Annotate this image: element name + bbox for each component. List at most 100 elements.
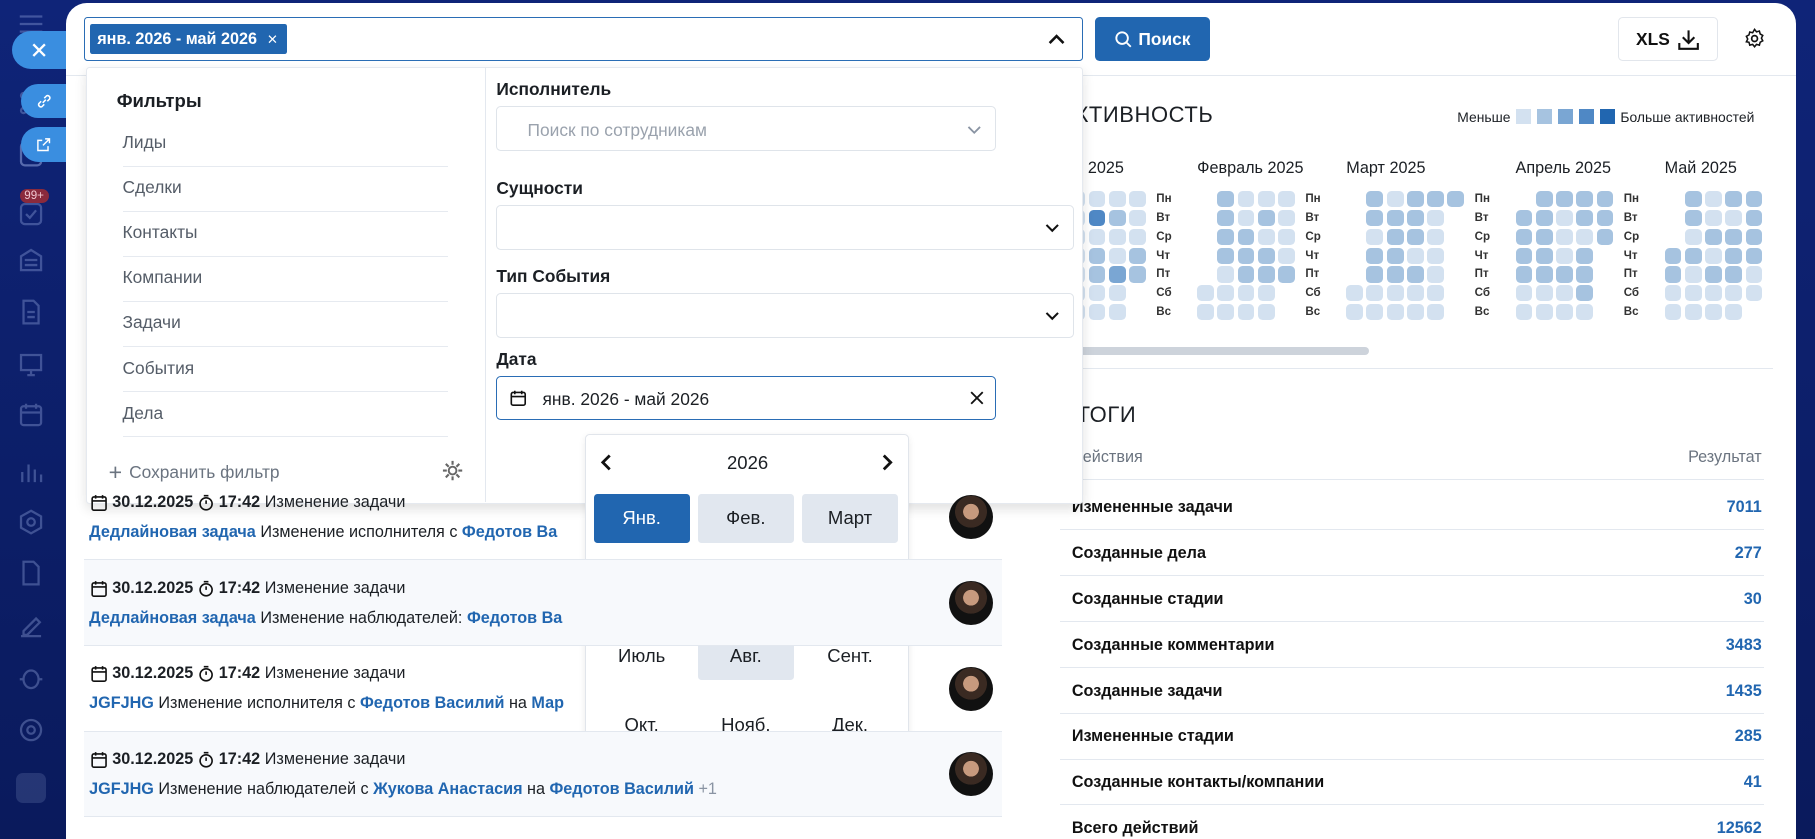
heatmap-cell[interactable] [1725, 247, 1743, 264]
heatmap-cell[interactable] [1684, 285, 1702, 302]
search-button[interactable]: Поиск [1094, 17, 1210, 62]
heatmap-cell[interactable] [1576, 247, 1594, 264]
activity-link[interactable]: JGFJHG [89, 694, 154, 712]
totals-value[interactable]: 285 [1735, 727, 1762, 746]
activity-link[interactable]: Дедлайновая задача [89, 523, 256, 541]
heatmap-cell[interactable] [1705, 266, 1722, 283]
heatmap-cell[interactable] [1705, 209, 1722, 227]
heatmap-cell[interactable] [1088, 247, 1106, 264]
heatmap-cell[interactable] [1427, 304, 1445, 321]
chevron-up-icon[interactable] [1045, 28, 1068, 51]
heatmap-cell[interactable] [1664, 266, 1682, 283]
heatmap-cell[interactable] [1386, 266, 1404, 283]
heatmap-cell[interactable] [1257, 304, 1275, 321]
heatmap-cell[interactable] [1684, 247, 1702, 264]
heatmap-cell[interactable] [1576, 304, 1594, 321]
heatmap-cell[interactable] [1684, 266, 1702, 283]
heatmap-cell[interactable] [1257, 228, 1275, 245]
heatmap-cell[interactable] [1725, 209, 1743, 227]
heatmap-scrollbar[interactable] [1076, 347, 1370, 356]
bug-icon[interactable] [16, 663, 46, 693]
heatmap-cell[interactable] [1705, 285, 1722, 302]
heatmap-cell[interactable] [1129, 247, 1146, 264]
heatmap-cell[interactable] [1257, 266, 1275, 283]
heatmap-cell[interactable] [1108, 247, 1126, 264]
heatmap-cell[interactable] [1237, 190, 1255, 208]
heatmap-cell[interactable] [1684, 304, 1702, 321]
heatmap-cell[interactable] [1664, 247, 1682, 264]
heatmap-cell[interactable] [1088, 285, 1106, 302]
heatmap-cell[interactable] [1197, 304, 1214, 321]
heatmap-cell[interactable] [1217, 190, 1235, 208]
heatmap-cell[interactable] [1406, 304, 1424, 321]
presentation-icon[interactable] [16, 350, 46, 380]
heatmap-cell[interactable] [1108, 209, 1126, 227]
event-type-select[interactable] [496, 292, 1074, 338]
heatmap-cell[interactable] [1278, 266, 1295, 283]
activity-link[interactable]: Федотов Ва [462, 523, 557, 541]
heatmap-cell[interactable] [1725, 285, 1743, 302]
heatmap-cell[interactable] [1257, 209, 1275, 227]
user-avatar[interactable] [16, 773, 47, 804]
clear-icon[interactable] [970, 391, 984, 405]
heatmap-cell[interactable] [1705, 304, 1722, 321]
heatmap-cell[interactable] [1427, 266, 1445, 283]
heatmap-cell[interactable] [1725, 228, 1743, 245]
heatmap-cell[interactable] [1725, 190, 1743, 208]
heatmap-cell[interactable] [1088, 190, 1106, 208]
heatmap-cell[interactable] [1386, 247, 1404, 264]
heatmap-cell[interactable] [1576, 228, 1594, 245]
heatmap-cell[interactable] [1257, 190, 1275, 208]
executor-select[interactable]: Поиск по сотрудникам [496, 106, 997, 152]
heatmap-cell[interactable] [1108, 190, 1126, 208]
activity-row[interactable]: 30.12.2025 17:42 Изменение задачи Дедлайнов… [84, 475, 1003, 561]
heatmap-cell[interactable] [1684, 190, 1702, 208]
filter-item[interactable]: События [122, 358, 448, 393]
heatmap-cell[interactable] [1596, 228, 1614, 245]
heatmap-cell[interactable] [1427, 209, 1445, 227]
heatmap-cell[interactable] [1515, 266, 1533, 283]
heatmap-cell[interactable] [1237, 285, 1255, 302]
heatmap-cell[interactable] [1217, 266, 1235, 283]
filter-item[interactable]: Сделки [122, 177, 448, 212]
warehouse-icon[interactable] [16, 245, 46, 275]
heatmap-cell[interactable] [1278, 228, 1295, 245]
heatmap-cell[interactable] [1129, 228, 1146, 245]
heatmap-cell[interactable] [1556, 266, 1573, 283]
heatmap-cell[interactable] [1556, 304, 1573, 321]
user-avatar[interactable] [949, 581, 994, 626]
filter-item[interactable]: Дела [122, 403, 448, 438]
heatmap-cell[interactable] [1664, 285, 1682, 302]
heatmap-cell[interactable] [1684, 209, 1702, 227]
heatmap-cell[interactable] [1447, 190, 1465, 208]
heatmap-cell[interactable] [1088, 209, 1106, 227]
open-external-button[interactable] [20, 127, 68, 163]
heatmap-cell[interactable] [1705, 228, 1722, 245]
heatmap-cell[interactable] [1745, 247, 1763, 264]
heatmap-cell[interactable] [1725, 266, 1743, 283]
heatmap-cell[interactable] [1088, 304, 1106, 321]
heatmap-cell[interactable] [1278, 247, 1295, 264]
heatmap-cell[interactable] [1366, 304, 1384, 321]
user-avatar[interactable] [949, 666, 994, 711]
heatmap-cell[interactable] [1556, 190, 1573, 208]
heatmap-cell[interactable] [1108, 304, 1126, 321]
activity-row[interactable]: 30.12.2025 17:42 Изменение задачи JGFJHG Из… [84, 731, 1003, 818]
heatmap-cell[interactable] [1596, 190, 1614, 208]
settings-gear-icon[interactable] [1743, 27, 1766, 50]
heatmap-cell[interactable] [1664, 304, 1682, 321]
edit-doc-icon[interactable] [16, 558, 46, 588]
totals-value[interactable]: 12562 [1717, 819, 1762, 838]
filter-tag-remove[interactable]: × [267, 29, 277, 50]
heatmap-cell[interactable] [1257, 285, 1275, 302]
heatmap-cell[interactable] [1386, 285, 1404, 302]
heatmap-cell[interactable] [1427, 190, 1445, 208]
heatmap-cell[interactable] [1535, 304, 1553, 321]
filter-item[interactable]: Лиды [122, 132, 448, 167]
close-panel-button[interactable] [11, 31, 68, 70]
heatmap-cell[interactable] [1427, 247, 1445, 264]
heatmap-cell[interactable] [1257, 247, 1275, 264]
heatmap-cell[interactable] [1556, 247, 1573, 264]
heatmap-cell[interactable] [1556, 228, 1573, 245]
activity-link[interactable]: Федотов Василий [360, 694, 504, 712]
